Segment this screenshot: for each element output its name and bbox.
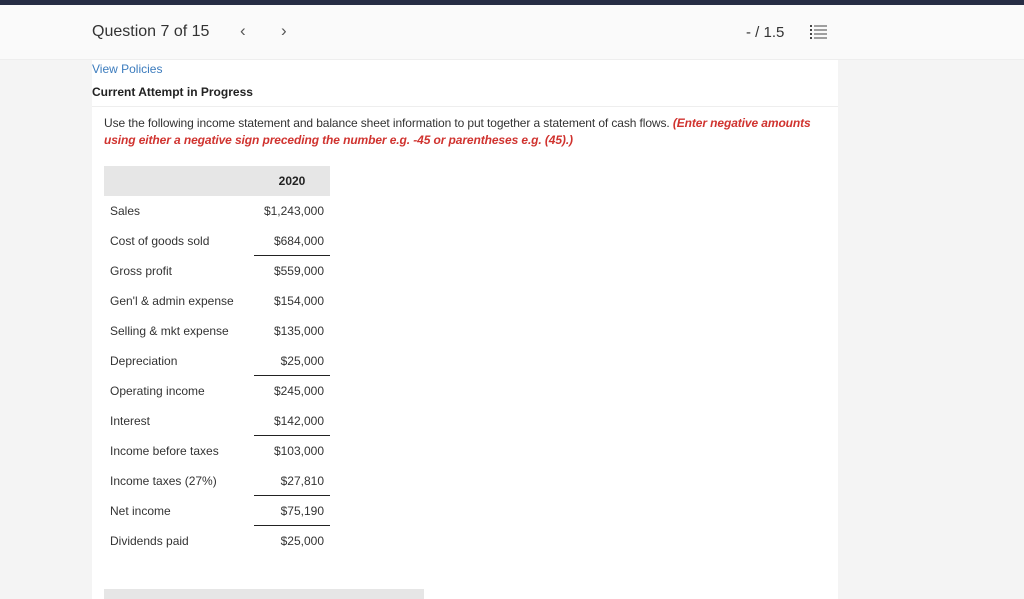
table-row: Dividends paid $25,000: [104, 526, 330, 556]
row-label: Sales: [110, 204, 141, 218]
row-value: $559,000: [273, 264, 324, 278]
table-row: Sales $1,243,000: [104, 196, 330, 226]
row-value: $27,810: [280, 474, 324, 488]
question-content: View Policies Current Attempt in Progres…: [92, 60, 838, 599]
row-value: $25,000: [280, 354, 324, 368]
instructions-text: Use the following income statement and b…: [104, 116, 673, 130]
row-value: $245,000: [273, 384, 324, 398]
row-value: $25,000: [280, 534, 324, 548]
next-table-header: [104, 589, 424, 599]
question-instructions: Use the following income statement and b…: [104, 115, 824, 149]
row-value: $1,243,000: [263, 204, 324, 218]
table-row: Gen'l & admin expense $154,000: [104, 286, 330, 316]
row-label: Interest: [110, 414, 151, 428]
table-row: Cost of goods sold $684,000: [104, 226, 330, 256]
income-statement-table: 2020 Sales $1,243,000 Cost of goods sold $…: [104, 166, 330, 556]
row-value: $154,000: [273, 294, 324, 308]
row-label: Net income: [110, 504, 171, 518]
row-value: $142,000: [273, 414, 324, 428]
table-row: Interest $142,000: [104, 406, 330, 436]
row-value: $75,190: [280, 504, 324, 518]
question-header: Question 7 of 15 ‹ › - / 1.5: [0, 5, 1024, 60]
row-label: Dividends paid: [110, 534, 189, 548]
list-icon[interactable]: [810, 24, 827, 40]
year-column-header: 2020: [278, 174, 306, 188]
view-policies-link[interactable]: View Policies: [92, 62, 162, 76]
table-row: Selling & mkt expense $135,000: [104, 316, 330, 346]
next-question-button[interactable]: ›: [281, 21, 287, 41]
question-score: - / 1.5: [746, 24, 785, 41]
row-label: Income taxes (27%): [110, 474, 217, 488]
table-row: Depreciation $25,000: [104, 346, 330, 376]
table-row: Income before taxes $103,000: [104, 436, 330, 466]
attempt-status: Current Attempt in Progress: [92, 85, 253, 99]
table-row: Net income $75,190: [104, 496, 330, 526]
row-value: $135,000: [273, 324, 324, 338]
row-value: $684,000: [273, 234, 324, 248]
table-row: Gross profit $559,000: [104, 256, 330, 286]
previous-question-button[interactable]: ‹: [240, 21, 246, 41]
question-counter: Question 7 of 15: [92, 23, 210, 40]
row-label: Gross profit: [110, 264, 173, 278]
table-header: 2020: [104, 166, 330, 196]
section-divider: [92, 106, 838, 107]
row-label: Cost of goods sold: [110, 234, 210, 248]
row-label: Depreciation: [110, 354, 178, 368]
row-label: Operating income: [110, 384, 205, 398]
row-label: Selling & mkt expense: [110, 324, 229, 338]
table-row: Income taxes (27%) $27,810: [104, 466, 330, 496]
row-label: Gen'l & admin expense: [110, 294, 234, 308]
row-value: $103,000: [273, 444, 324, 458]
row-label: Income before taxes: [110, 444, 219, 458]
table-row: Operating income $245,000: [104, 376, 330, 406]
